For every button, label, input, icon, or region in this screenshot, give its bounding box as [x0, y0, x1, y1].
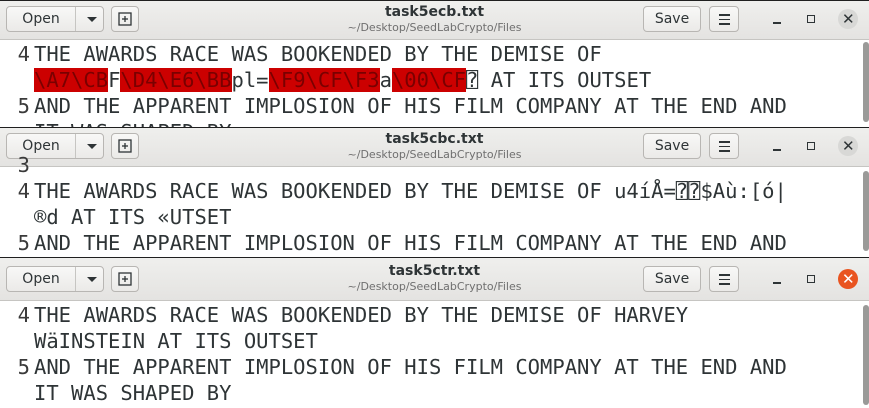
minimize-button[interactable]	[767, 269, 787, 289]
line-number: 4	[17, 179, 30, 203]
text-view[interactable]: 3 4 THE AWARDS RACE WAS BOOKENDED BY THE…	[0, 153, 869, 258]
editor-window-ecb: Open task5ecb.txt ~/Desktop/SeedLabCrypt…	[0, 0, 869, 128]
close-button[interactable]: ✕	[838, 136, 858, 156]
editor-window-ctr: Open task5ctr.txt ~/Desktop/SeedLabCrypt…	[0, 257, 869, 408]
new-document-icon	[118, 272, 132, 286]
maximize-button[interactable]	[801, 136, 821, 156]
header-bar: Open task5cbc.txt ~/Desktop/SeedLabCrypt…	[0, 128, 869, 167]
line-number: 5	[17, 94, 30, 118]
minimize-icon	[773, 282, 781, 284]
open-button[interactable]: Open	[6, 266, 104, 292]
maximize-button[interactable]	[801, 9, 821, 29]
text-line: IT WAS SHAPED BY	[34, 381, 232, 405]
open-button-label: Open	[22, 11, 60, 27]
text-view[interactable]: 4 THE AWARDS RACE WAS BOOKENDED BY THE D…	[0, 40, 869, 128]
save-button[interactable]: Save	[643, 133, 701, 159]
close-button[interactable]: ✕	[838, 269, 858, 289]
scrollbar[interactable]	[863, 42, 869, 122]
new-document-button[interactable]	[111, 266, 139, 292]
editor-window-cbc: Open task5cbc.txt ~/Desktop/SeedLabCrypt…	[0, 127, 869, 258]
minimize-button[interactable]	[767, 9, 787, 29]
close-icon: ✕	[842, 137, 855, 155]
text-line: ®d AT ITS «UTSET	[34, 205, 232, 229]
line-number: 4	[17, 303, 30, 327]
maximize-icon	[807, 142, 815, 150]
open-button-label: Open	[22, 271, 60, 287]
open-button-divider	[75, 7, 76, 31]
open-button-divider	[75, 134, 76, 158]
invalid-bytes: \D4\E6\BB	[120, 68, 232, 92]
text-line: AND THE APPARENT IMPLOSION OF HIS FILM C…	[34, 231, 787, 255]
open-button-divider	[75, 267, 76, 291]
text-line: THE AWARDS RACE WAS BOOKENDED BY THE DEM…	[34, 179, 787, 203]
text-fragment: ⍰ AT ITS OUTSET	[466, 68, 652, 92]
text-line: AND THE APPARENT IMPLOSION OF HIS FILM C…	[34, 94, 787, 118]
save-button[interactable]: Save	[643, 266, 701, 292]
maximize-icon	[807, 275, 815, 283]
text-fragment: F	[108, 68, 121, 92]
open-button[interactable]: Open	[6, 6, 104, 32]
chevron-down-icon[interactable]	[87, 17, 97, 22]
invalid-bytes: \00\CF	[391, 68, 467, 92]
text-line: AND THE APPARENT IMPLOSION OF HIS FILM C…	[34, 355, 787, 379]
line-number: 4	[17, 42, 30, 66]
new-document-icon	[118, 12, 132, 26]
text-line-garbled: \A7\CBF\D4\E6\BBpl=\F9\CF\F3a\00\CF⍰ AT …	[34, 67, 651, 93]
new-document-icon	[118, 139, 132, 153]
text-line: THE AWARDS RACE WAS BOOKENDED BY THE DEM…	[34, 42, 602, 66]
line-number: 5	[17, 231, 30, 255]
menu-button[interactable]	[709, 266, 739, 292]
close-icon: ✕	[842, 10, 855, 28]
save-button[interactable]: Save	[643, 6, 701, 32]
menu-button[interactable]	[709, 6, 739, 32]
text-line: WäINSTEIN AT ITS OUTSET	[34, 329, 318, 353]
scrollbar[interactable]	[863, 305, 869, 405]
minimize-icon	[773, 149, 781, 151]
close-button[interactable]: ✕	[838, 9, 858, 29]
chevron-down-icon[interactable]	[87, 277, 97, 282]
minimize-icon	[773, 22, 781, 24]
new-document-button[interactable]	[111, 133, 139, 159]
text-fragment: pl=	[231, 68, 269, 92]
close-icon: ✕	[842, 270, 855, 288]
maximize-button[interactable]	[801, 269, 821, 289]
minimize-button[interactable]	[767, 136, 787, 156]
scrollbar[interactable]	[863, 171, 869, 251]
line-number: 3	[17, 153, 30, 177]
menu-button[interactable]	[709, 133, 739, 159]
chevron-down-icon[interactable]	[87, 144, 97, 149]
line-number: 5	[17, 355, 30, 379]
text-line: THE AWARDS RACE WAS BOOKENDED BY THE DEM…	[34, 303, 689, 327]
invalid-bytes: \F9\CF\F3	[268, 68, 380, 92]
header-bar: Open task5ecb.txt ~/Desktop/SeedLabCrypt…	[0, 1, 869, 40]
invalid-bytes: \A7\CB	[34, 68, 109, 92]
text-fragment: a	[379, 68, 392, 92]
text-view[interactable]: 4 THE AWARDS RACE WAS BOOKENDED BY THE D…	[0, 301, 869, 408]
header-bar: Open task5ctr.txt ~/Desktop/SeedLabCrypt…	[0, 258, 869, 301]
maximize-icon	[807, 15, 815, 23]
new-document-button[interactable]	[111, 6, 139, 32]
